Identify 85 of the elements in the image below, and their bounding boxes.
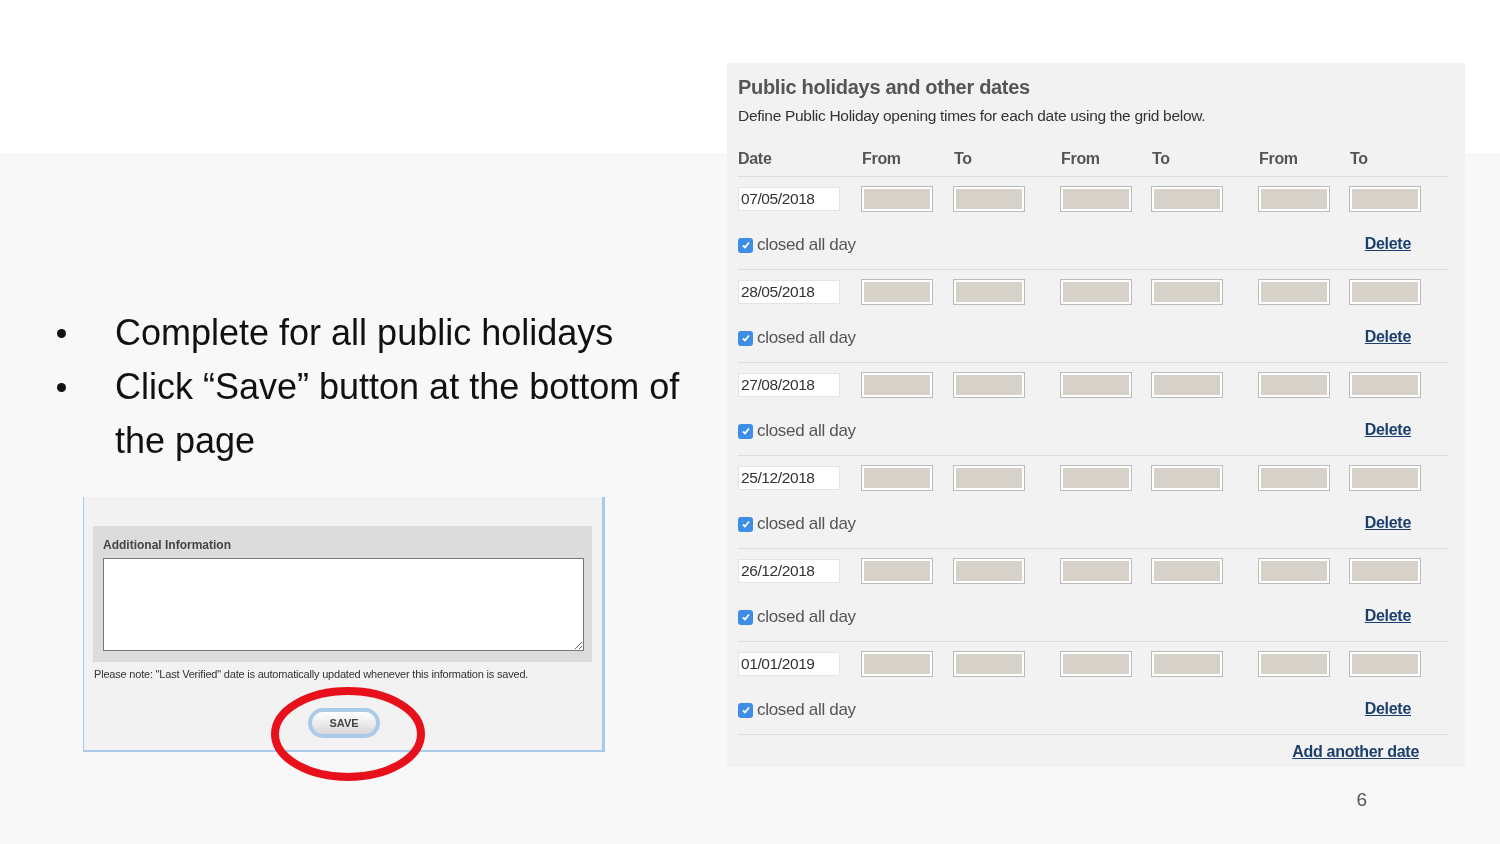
time-field[interactable] — [1259, 559, 1329, 583]
checkbox[interactable] — [738, 609, 753, 625]
time-field[interactable] — [954, 466, 1024, 490]
time-field[interactable] — [1350, 652, 1420, 676]
page-number: 6 — [1356, 789, 1367, 810]
time-field[interactable] — [954, 373, 1024, 397]
checkbox[interactable] — [738, 423, 753, 439]
time-field[interactable] — [954, 652, 1024, 676]
checkbox-label: closed all day — [757, 328, 856, 348]
check-icon — [740, 612, 751, 622]
time-field[interactable] — [1152, 373, 1222, 397]
time-field[interactable] — [954, 559, 1024, 583]
time-field[interactable] — [1350, 373, 1420, 397]
time-field[interactable] — [862, 373, 932, 397]
date-field[interactable]: 07/05/2018 — [738, 187, 840, 211]
time-field[interactable] — [1350, 187, 1420, 211]
time-field[interactable] — [1259, 280, 1329, 304]
delete-link[interactable]: Delete — [1364, 514, 1411, 532]
time-field[interactable] — [1350, 559, 1420, 583]
time-field[interactable] — [1061, 466, 1131, 490]
column-header: From — [862, 125, 954, 177]
delete-link[interactable]: Delete — [1364, 421, 1411, 439]
checkbox-label: closed all day — [757, 700, 856, 720]
date-field[interactable]: 26/12/2018 — [738, 559, 840, 583]
bullet-text: Click “Save” button at the bottom of the page — [115, 365, 681, 463]
checkbox-label: closed all day — [757, 514, 856, 534]
checkbox-label: closed all day — [757, 235, 856, 255]
time-field[interactable] — [1061, 559, 1131, 583]
bullet-text: Complete for all public holidays — [115, 311, 615, 355]
check-icon — [740, 705, 751, 715]
time-field[interactable] — [862, 559, 932, 583]
delete-link[interactable]: Delete — [1364, 235, 1411, 253]
time-field[interactable] — [1152, 280, 1222, 304]
time-field[interactable] — [862, 280, 932, 304]
time-field[interactable] — [1061, 373, 1131, 397]
section-title: Public holidays and other dates — [738, 76, 1031, 99]
input-field[interactable] — [103, 558, 584, 651]
checkbox-label: closed all day — [757, 607, 856, 627]
section-description: Define Public Holiday opening times for each date using the grid below. — [738, 107, 1207, 125]
note-text: Please note: "Last Verified" date is automatically updated whenever this information is saved. — [94, 668, 530, 680]
time-field[interactable] — [1259, 373, 1329, 397]
time-field[interactable] — [1259, 652, 1329, 676]
date-field[interactable]: 28/05/2018 — [738, 280, 840, 304]
delete-link[interactable]: Delete — [1364, 328, 1411, 346]
field-label: Additional Information — [103, 538, 232, 552]
time-field[interactable] — [1152, 187, 1222, 211]
column-header: From — [1259, 125, 1350, 177]
time-field[interactable] — [1350, 466, 1420, 490]
date-field[interactable]: 27/08/2018 — [738, 373, 840, 397]
time-field[interactable] — [862, 466, 932, 490]
time-field[interactable] — [1259, 187, 1329, 211]
check-icon — [740, 519, 751, 529]
checkbox[interactable] — [738, 702, 753, 718]
column-header: Date — [738, 125, 862, 177]
column-header: To — [1152, 125, 1259, 177]
checkbox-label: closed all day — [757, 421, 856, 441]
add-date-link[interactable]: Add another date — [1292, 743, 1419, 760]
time-field[interactable] — [1350, 280, 1420, 304]
time-field[interactable] — [954, 280, 1024, 304]
checkbox[interactable] — [738, 516, 753, 532]
column-header: To — [1350, 125, 1448, 177]
time-field[interactable] — [1152, 466, 1222, 490]
time-field[interactable] — [1061, 187, 1131, 211]
time-field[interactable] — [1061, 652, 1131, 676]
check-icon — [740, 426, 751, 436]
time-field[interactable] — [954, 187, 1024, 211]
column-header: To — [954, 125, 1061, 177]
check-icon — [740, 333, 751, 343]
column-header: From — [1061, 125, 1152, 177]
bullet-icon — [57, 329, 66, 338]
time-field[interactable] — [862, 187, 932, 211]
checkbox[interactable] — [738, 237, 753, 253]
time-field[interactable] — [862, 652, 932, 676]
bullet-icon — [57, 383, 66, 392]
date-field[interactable]: 01/01/2019 — [738, 652, 840, 676]
time-field[interactable] — [1152, 559, 1222, 583]
delete-link[interactable]: Delete — [1364, 607, 1411, 625]
check-icon — [740, 240, 751, 250]
time-field[interactable] — [1061, 280, 1131, 304]
checkbox[interactable] — [738, 330, 753, 346]
date-field[interactable]: 25/12/2018 — [738, 466, 840, 490]
time-field[interactable] — [1259, 466, 1329, 490]
save-button[interactable]: SAVE — [308, 708, 380, 738]
delete-link[interactable]: Delete — [1364, 700, 1411, 718]
time-field[interactable] — [1152, 652, 1222, 676]
